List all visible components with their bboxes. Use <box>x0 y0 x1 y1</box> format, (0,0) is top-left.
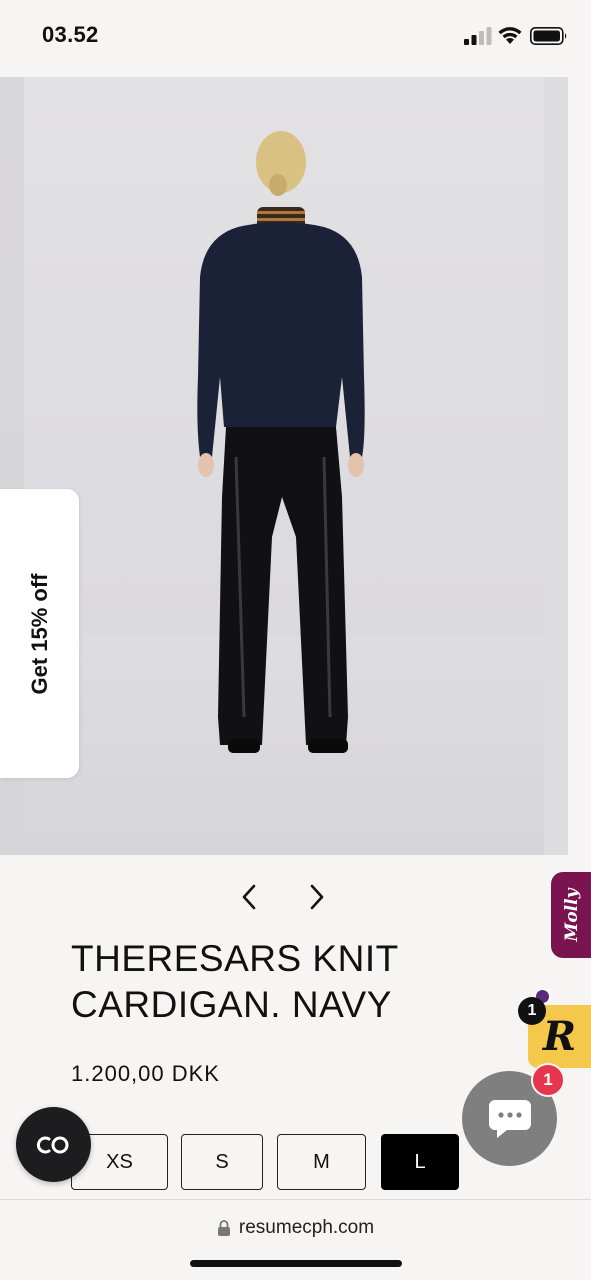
cellular-signal-icon <box>464 27 492 45</box>
size-option-m[interactable]: M <box>277 1134 366 1190</box>
home-indicator[interactable] <box>190 1260 402 1267</box>
co-logo-icon <box>36 1136 68 1153</box>
next-image-button[interactable] <box>300 880 334 914</box>
rewards-logo: R <box>542 1013 577 1060</box>
browser-address-bar[interactable] <box>0 1199 591 1280</box>
status-bar: 03.52 <box>0 0 591 74</box>
product-price: 1.200,00 DKK <box>71 1061 220 1086</box>
product-image[interactable] <box>24 77 544 855</box>
size-option-l-selected[interactable]: L <box>381 1134 459 1190</box>
wifi-icon <box>498 27 522 44</box>
chevron-right-icon <box>310 884 324 910</box>
status-time: 03.52 <box>42 22 99 47</box>
battery-icon <box>530 27 567 45</box>
lock-icon <box>217 1219 230 1236</box>
product-title: THERESARS KNIT CARDIGAN. NAVY <box>71 938 399 1025</box>
chat-bubble-icon <box>488 1099 531 1138</box>
url-display[interactable]: resumecph.com <box>0 1217 591 1239</box>
next-image-preview[interactable] <box>544 77 568 855</box>
co-floating-button[interactable] <box>16 1107 91 1182</box>
molly-label: Molly <box>562 888 582 942</box>
previous-image-button[interactable] <box>232 880 266 914</box>
chat-unread-badge: 1 <box>531 1063 565 1097</box>
url-text: resumecph.com <box>238 1217 375 1238</box>
discount-label: Get 15% off <box>27 573 52 695</box>
size-option-s[interactable]: S <box>181 1134 263 1190</box>
model-photo-illustration <box>24 131 544 855</box>
chevron-left-icon <box>242 884 256 910</box>
product-gallery[interactable] <box>0 74 591 855</box>
rewards-count-badge: 1 <box>518 997 546 1025</box>
